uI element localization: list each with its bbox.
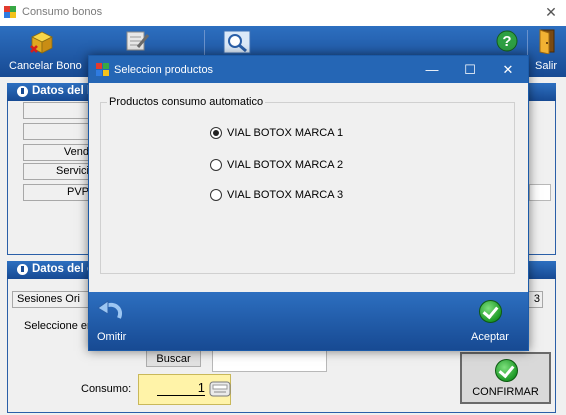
calculator-icon[interactable]	[209, 379, 231, 399]
accept-label: Aceptar	[471, 331, 509, 343]
bono-section-title: Datos del b	[32, 85, 94, 97]
cancel-bono-label: Cancelar Bono	[9, 60, 82, 72]
pvp-value-field[interactable]	[529, 184, 551, 201]
radio-button[interactable]	[210, 127, 222, 139]
cancel-bono-button[interactable]: Cancelar Bono	[0, 26, 88, 77]
window-title: Consumo bonos	[22, 6, 103, 18]
seleccion-productos-dialog: Seleccion productos — ☐ ✕ Productos cons…	[88, 55, 529, 351]
productos-group-label: Productos consumo automatico	[109, 96, 264, 108]
radio-button[interactable]	[210, 189, 222, 201]
notepad-icon	[126, 31, 150, 51]
svg-text:?: ?	[502, 33, 511, 50]
product-option-label: VIAL BOTOX MARCA 3	[227, 189, 344, 201]
check-icon	[495, 359, 518, 382]
dialog-close-button[interactable]: ✕	[489, 56, 527, 83]
maximize-button[interactable]: ☐	[451, 56, 489, 83]
window-titlebar: Consumo bonos ✕	[0, 0, 566, 26]
consumo-label: Consumo:	[81, 383, 132, 395]
minimize-button[interactable]: —	[413, 56, 451, 83]
dialog-app-icon	[96, 63, 109, 76]
seleccione-label: Seleccione en	[24, 320, 94, 332]
undo-arrow-icon	[97, 300, 122, 319]
app-icon	[4, 6, 16, 18]
sesiones-originales-label: Sesiones Ori	[12, 291, 94, 308]
exit-button[interactable]: Salir	[530, 26, 566, 77]
productos-group: Productos consumo automatico	[100, 96, 515, 274]
accept-button[interactable]: Aceptar	[469, 298, 519, 346]
confirmar-label: CONFIRMAR	[472, 386, 539, 398]
vendedor-label: Vend	[23, 144, 93, 161]
info-icon	[17, 86, 28, 97]
product-option-label: VIAL BOTOX MARCA 2	[227, 159, 344, 171]
window-close-button[interactable]: ✕	[544, 4, 558, 20]
check-icon	[479, 300, 502, 323]
consumo-quantity-value: 1	[157, 381, 205, 396]
buscar-label: Buscar	[156, 353, 191, 365]
omit-button[interactable]: Omitir	[94, 298, 134, 346]
omit-label: Omitir	[97, 331, 127, 343]
radio-button[interactable]	[210, 159, 222, 171]
bono-field-2	[23, 123, 93, 140]
info-icon	[17, 264, 28, 275]
help-icon[interactable]: ?	[496, 30, 518, 52]
exit-label: Salir	[535, 60, 558, 72]
consumo-section-title: Datos del c	[32, 263, 94, 275]
confirmar-button[interactable]: CONFIRMAR	[460, 352, 551, 404]
dialog-titlebar: Seleccion productos — ☐ ✕	[89, 56, 528, 83]
bono-field-1	[23, 102, 93, 119]
door-exit-icon	[539, 29, 555, 54]
magnifier-icon[interactable]	[223, 30, 251, 54]
product-option-label: VIAL BOTOX MARCA 1	[227, 127, 344, 139]
servicio-label: Servici	[23, 163, 93, 180]
consumo-quantity-field[interactable]: 1	[138, 374, 231, 405]
box-delete-icon	[30, 31, 53, 54]
dialog-footer: Omitir Aceptar	[89, 292, 528, 350]
pvp-label: PVP	[23, 184, 93, 201]
dialog-title: Seleccion productos	[114, 64, 214, 76]
